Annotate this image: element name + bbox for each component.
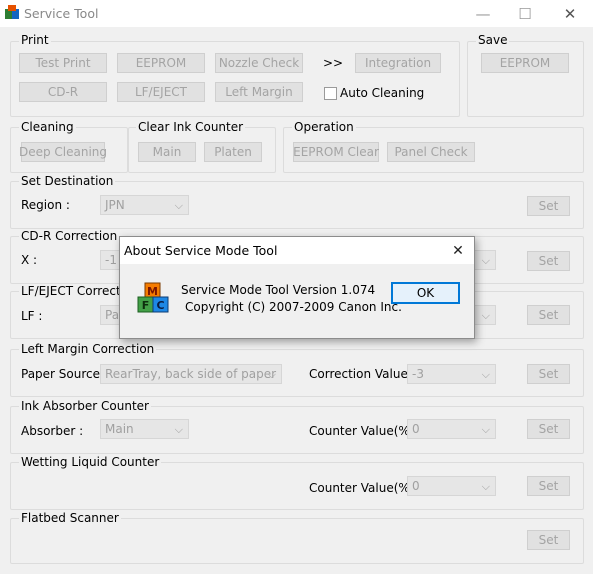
paper-source-select[interactable]: RearTray, back side of paper ⌵ [100, 364, 282, 384]
region-label: Region : [21, 198, 70, 212]
region-select[interactable]: JPN ⌵ [100, 195, 189, 215]
chevron-down-icon: ⌵ [481, 309, 490, 322]
icon-letter-c: C [156, 299, 164, 312]
lf-eject-button[interactable]: LF/EJECT [117, 82, 205, 102]
eeprom-clear-button[interactable]: EEPROM Clear [293, 142, 379, 162]
app-icon [5, 5, 19, 19]
cdr-set-button[interactable]: Set [527, 251, 570, 271]
operation-group-label: Operation [292, 120, 356, 134]
close-button[interactable]: ✕ [548, 0, 592, 27]
wetting-set-button[interactable]: Set [527, 476, 570, 496]
chevron-down-icon: ⌵ [174, 199, 183, 212]
lf-label: LF : [21, 309, 43, 323]
set-destination-label: Set Destination [19, 174, 116, 188]
chevron-down-icon: ⌵ [481, 368, 490, 381]
about-dialog: About Service Mode Tool ✕ M F C Service … [119, 236, 475, 339]
absorber-label: Absorber : [21, 424, 84, 438]
dialog-title: About Service Mode Tool [124, 243, 278, 258]
title-bar: Service Tool — ☐ ✕ [0, 0, 593, 27]
chevron-down-icon: ⌵ [174, 423, 183, 436]
ink-absorber-label: Ink Absorber Counter [19, 399, 151, 413]
paper-source-value: RearTray, back side of paper [105, 367, 277, 381]
clear-platen-button[interactable]: Platen [204, 142, 262, 162]
lf-set-button[interactable]: Set [527, 305, 570, 325]
version-text: Service Mode Tool Version 1.074 [181, 283, 376, 297]
wetting-counter-select[interactable]: 0 ⌵ [407, 476, 496, 496]
x-label: X : [21, 253, 38, 267]
region-value: JPN [105, 198, 125, 212]
copyright-text: Copyright (C) 2007-2009 Canon Inc. [185, 300, 402, 314]
chevron-down-icon: ⌵ [267, 368, 276, 381]
window-title: Service Tool [24, 6, 99, 21]
save-eeprom-button[interactable]: EEPROM [481, 53, 569, 73]
clear-ink-counter-label: Clear Ink Counter [136, 120, 246, 134]
ok-button[interactable]: OK [391, 282, 460, 304]
auto-cleaning-label: Auto Cleaning [340, 86, 425, 100]
test-print-button[interactable]: Test Print [19, 53, 107, 73]
cdr-correction-label: CD-R Correction [19, 229, 120, 243]
chevron-down-icon: ⌵ [481, 423, 490, 436]
dialog-title-bar: About Service Mode Tool ✕ [120, 237, 474, 264]
flatbed-scanner-label: Flatbed Scanner [19, 511, 121, 525]
absorber-set-button[interactable]: Set [527, 419, 570, 439]
print-group-label: Print [19, 33, 51, 47]
absorber-value: Main [105, 422, 134, 436]
wetting-liquid-label: Wetting Liquid Counter [19, 455, 162, 469]
left-margin-button[interactable]: Left Margin [215, 82, 303, 102]
absorber-counter-select[interactable]: 0 ⌵ [407, 419, 496, 439]
absorber-counter-label: Counter Value(%) : [309, 424, 423, 438]
wetting-counter-label: Counter Value(%) : [309, 481, 423, 495]
clear-main-button[interactable]: Main [138, 142, 196, 162]
deep-cleaning-button[interactable]: Deep Cleaning [19, 142, 107, 162]
icon-letter-f: F [142, 299, 150, 312]
lf-eject-correction-label: LF/EJECT Correct [19, 284, 123, 298]
absorber-counter-value: 0 [412, 422, 420, 436]
paper-source-label: Paper Source : [21, 367, 108, 381]
minimize-button[interactable]: — [461, 0, 505, 27]
destination-set-button[interactable]: Set [527, 196, 570, 216]
wetting-liquid-group [10, 462, 584, 510]
left-margin-set-button[interactable]: Set [527, 364, 570, 384]
correction-value-label: Correction Value : [309, 367, 416, 381]
mfc-app-icon: M F C [137, 282, 169, 313]
maximize-button[interactable]: ☐ [503, 0, 547, 27]
chevron-down-icon: ⌵ [481, 480, 490, 493]
auto-cleaning-checkbox[interactable] [324, 87, 337, 100]
flatbed-set-button[interactable]: Set [527, 530, 570, 550]
dialog-close-button[interactable]: ✕ [446, 241, 470, 261]
more-arrow: >> [323, 56, 344, 70]
save-group-label: Save [476, 33, 510, 47]
panel-check-button[interactable]: Panel Check [387, 142, 475, 162]
ink-absorber-group [10, 406, 584, 454]
nozzle-check-button[interactable]: Nozzle Check [215, 53, 303, 73]
correction-value: -3 [412, 367, 424, 381]
icon-letter-m: M [147, 285, 158, 298]
absorber-select[interactable]: Main ⌵ [100, 419, 189, 439]
set-destination-group [10, 181, 584, 229]
chevron-down-icon: ⌵ [481, 254, 490, 267]
left-margin-correction-label: Left Margin Correction [19, 342, 157, 356]
cd-r-button[interactable]: CD-R [19, 82, 107, 102]
print-eeprom-button[interactable]: EEPROM [117, 53, 205, 73]
correction-value-select[interactable]: -3 ⌵ [407, 364, 496, 384]
wetting-counter-value: 0 [412, 479, 420, 493]
integration-button[interactable]: Integration [355, 53, 441, 73]
x-value: -1 [105, 253, 117, 267]
cleaning-group-label: Cleaning [19, 120, 76, 134]
